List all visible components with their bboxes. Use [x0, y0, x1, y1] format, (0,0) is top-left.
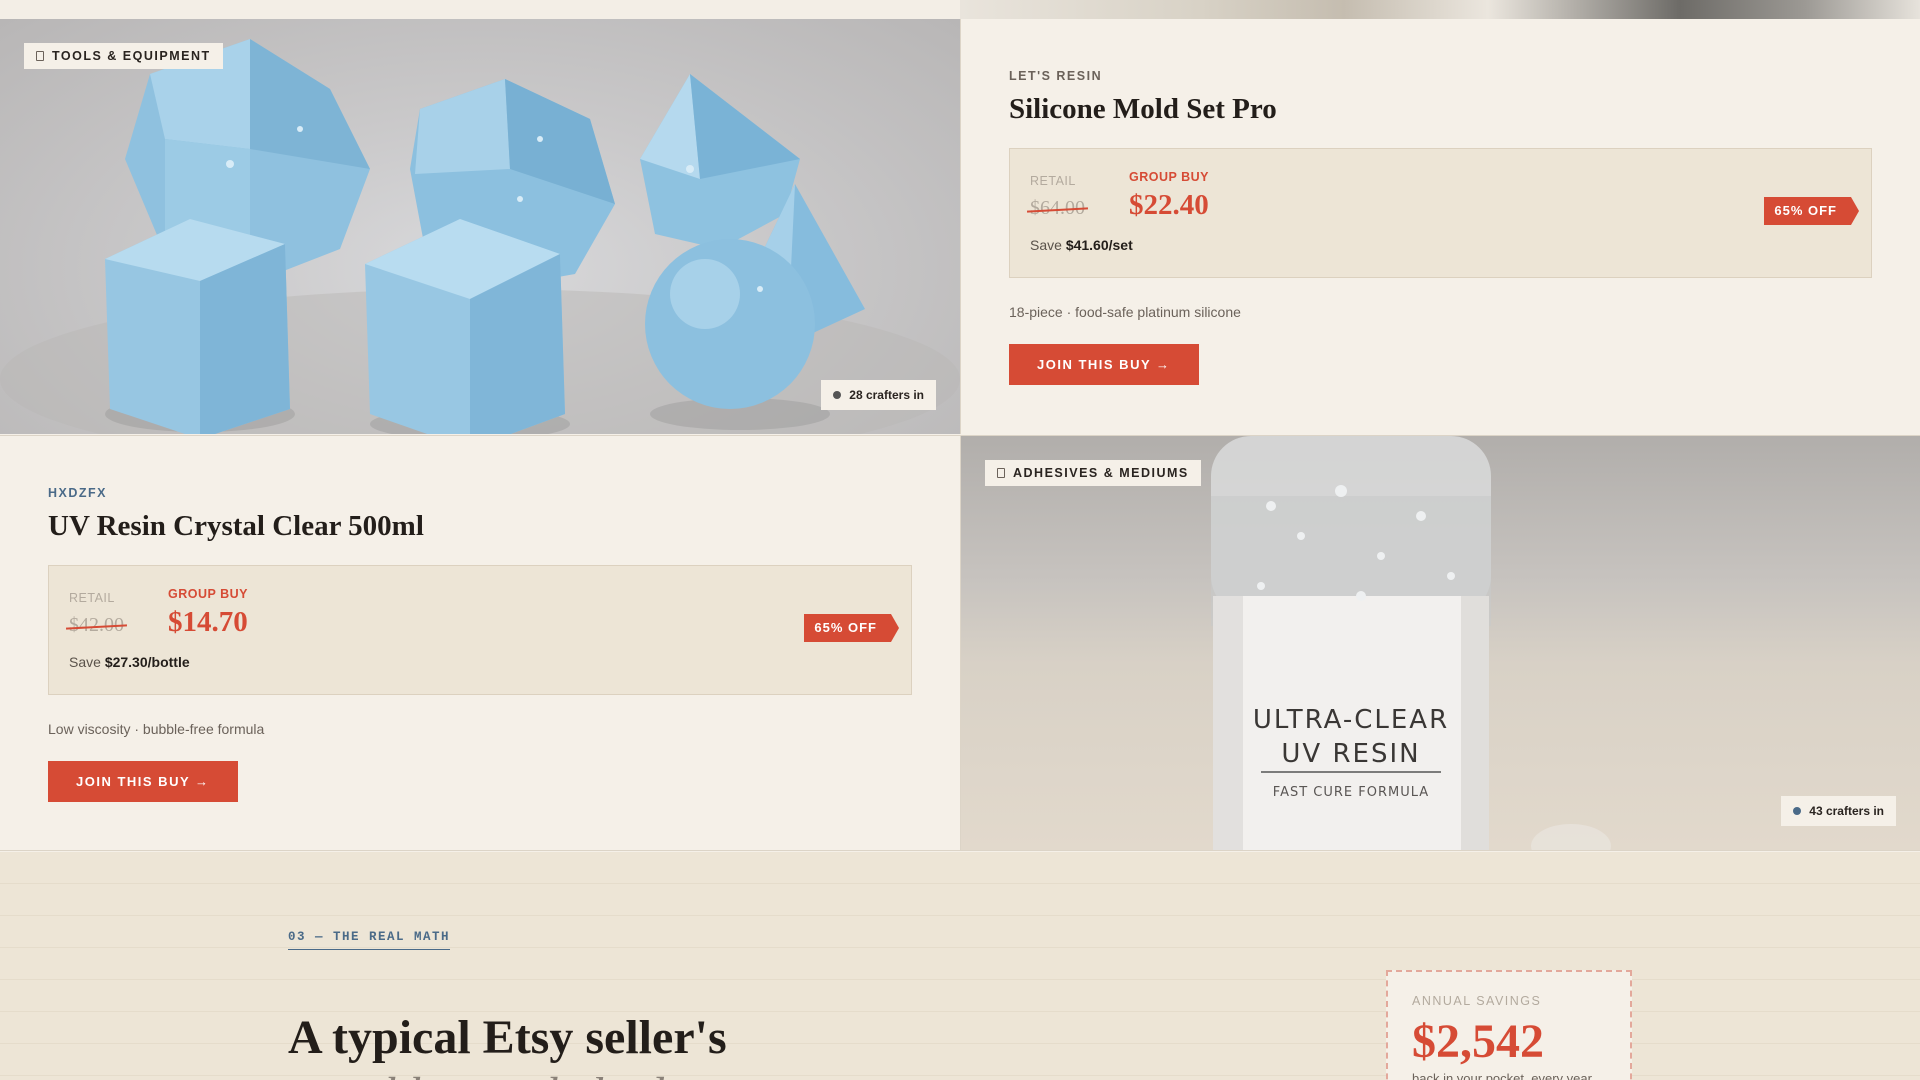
- crafters-badge: 43 crafters in: [1781, 796, 1896, 826]
- category-tag: TOOLS & EQUIPMENT: [24, 43, 223, 69]
- retail-label: RETAIL: [69, 591, 115, 605]
- price-box: RETAIL $64.00 GROUP BUY $22.40 Save $41.…: [1009, 148, 1872, 278]
- annual-savings-card: ANNUAL SAVINGS $2,542 back in your pocke…: [1386, 970, 1632, 1080]
- bottle-label-line1: ULTRA-CLEAR: [1253, 705, 1449, 735]
- top-strip: [0, 0, 960, 19]
- annual-savings-label: ANNUAL SAVINGS: [1412, 994, 1542, 1008]
- product-grid: TOOLS & EQUIPMENT 28 crafters in LET'S R…: [0, 19, 1920, 851]
- product-image-resin[interactable]: ULTRA-CLEAR UV RESIN FAST CURE FORMULA A…: [960, 435, 1920, 850]
- top-strip-image: [960, 0, 1920, 19]
- crafters-count: 43 crafters in: [1809, 804, 1884, 818]
- tag-icon: [997, 468, 1005, 478]
- product-image-molds[interactable]: TOOLS & EQUIPMENT 28 crafters in: [0, 19, 960, 434]
- product-card-resin: HXDZFX UV Resin Crystal Clear 500ml RETA…: [0, 435, 960, 850]
- product-title: UV Resin Crystal Clear 500ml: [48, 510, 424, 542]
- retail-price: $64.00: [1030, 197, 1085, 219]
- retail-price: $42.00: [69, 614, 124, 636]
- price-box: RETAIL $42.00 GROUP BUY $14.70 Save $27.…: [48, 565, 912, 695]
- retail-label: RETAIL: [1030, 174, 1076, 188]
- savings-text: Save $41.60/set: [1030, 237, 1133, 253]
- bottle-illustration: ULTRA-CLEAR UV RESIN FAST CURE FORMULA: [1211, 436, 1611, 850]
- product-description: 18-piece · food-safe platinum silicone: [1009, 304, 1241, 320]
- annual-savings-value: $2,542: [1412, 1015, 1544, 1068]
- section-label: 03 — THE REAL MATH: [288, 930, 451, 950]
- join-buy-button[interactable]: JOIN THIS BUY →: [48, 761, 238, 802]
- bottle-label-line2: UV RESIN: [1281, 739, 1420, 769]
- group-buy-label: GROUP BUY: [168, 587, 248, 601]
- section-subtitle: monthly supply budget: [288, 1067, 723, 1080]
- product-description: Low viscosity · bubble-free formula: [48, 721, 265, 737]
- join-buy-button[interactable]: JOIN THIS BUY →: [1009, 344, 1199, 385]
- brand-name: HXDZFX: [48, 486, 107, 500]
- annual-savings-subtext: back in your pocket, every year: [1412, 1071, 1592, 1080]
- category-tag: ADHESIVES & MEDIUMS: [985, 460, 1201, 486]
- product-card-molds: LET'S RESIN Silicone Mold Set Pro RETAIL…: [960, 19, 1920, 434]
- status-dot-icon: [833, 391, 842, 399]
- section-title: A typical Etsy seller's: [288, 1011, 727, 1064]
- discount-badge: 65% OFF: [804, 614, 899, 642]
- real-math-section: 03 — THE REAL MATH A typical Etsy seller…: [0, 852, 1920, 1080]
- group-buy-price: $22.40: [1129, 189, 1209, 221]
- category-label: ADHESIVES & MEDIUMS: [1013, 466, 1189, 480]
- group-buy-price: $14.70: [168, 606, 248, 638]
- discount-badge: 65% OFF: [1764, 197, 1859, 225]
- savings-text: Save $27.30/bottle: [69, 654, 190, 670]
- crafters-count: 28 crafters in: [849, 388, 924, 402]
- product-title: Silicone Mold Set Pro: [1009, 93, 1277, 125]
- category-label: TOOLS & EQUIPMENT: [52, 49, 211, 63]
- crafters-badge: 28 crafters in: [821, 380, 936, 410]
- molds-illustration: [0, 39, 960, 434]
- bottle-label-line3: FAST CURE FORMULA: [1273, 785, 1429, 800]
- group-buy-label: GROUP BUY: [1129, 170, 1209, 184]
- brand-name: LET'S RESIN: [1009, 69, 1103, 83]
- tag-icon: [36, 51, 44, 61]
- status-dot-icon: [1793, 807, 1802, 815]
